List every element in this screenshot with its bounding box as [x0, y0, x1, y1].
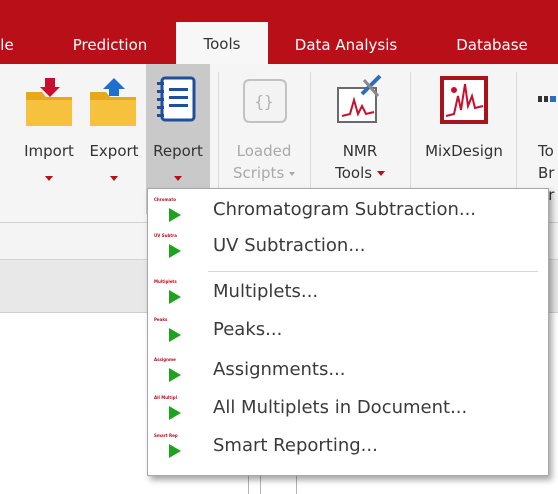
play-icon	[169, 406, 181, 420]
report-label: Report	[153, 142, 203, 160]
report-dropdown-icon[interactable]	[174, 176, 182, 181]
report-dropdown-menu: Chromato Chromatogram Subtraction... UV …	[147, 188, 549, 476]
tab-partial[interactable]: le	[0, 26, 14, 64]
report-icon	[157, 76, 196, 122]
menu-item-multiplets[interactable]: Multiplets Multiplets...	[148, 277, 548, 313]
menu-item-label: Peaks...	[213, 319, 283, 340]
play-icon	[169, 328, 181, 342]
tab-data-analysis[interactable]: Data Analysis	[276, 26, 416, 64]
nmr-tools-label: NMR Tools	[318, 140, 402, 184]
menu-item-all-multiplets-in-document[interactable]: All Multipl All Multiplets in Document..…	[148, 393, 548, 429]
svg-text:{}: {}	[254, 92, 273, 111]
browser-icon	[538, 96, 556, 102]
export-dropdown-icon[interactable]	[110, 176, 118, 181]
tab-prediction[interactable]: Prediction	[52, 26, 168, 64]
menu-item-label: Smart Reporting...	[213, 435, 378, 456]
menu-item-thumbnail: Multiplets	[154, 279, 177, 284]
nmr-tools-dropdown-icon[interactable]	[376, 171, 385, 176]
play-icon	[169, 444, 181, 458]
play-icon	[169, 244, 181, 258]
menu-item-label: Multiplets...	[213, 281, 319, 302]
export-label: Export	[89, 142, 139, 160]
menu-item-thumbnail: UV Subtra	[154, 233, 177, 238]
menu-item-chromatogram-subtraction[interactable]: Chromato Chromatogram Subtraction...	[148, 195, 548, 231]
menu-item-thumbnail: Chromato	[154, 197, 177, 202]
script-scroll-icon: {}	[243, 79, 287, 123]
menu-item-uv-subtraction[interactable]: UV Subtra UV Subtraction...	[148, 231, 548, 267]
menu-item-label: All Multiplets in Document...	[213, 397, 468, 418]
tab-tools[interactable]: Tools	[176, 22, 268, 64]
menu-item-label: UV Subtraction...	[213, 235, 366, 256]
play-icon	[169, 290, 181, 304]
loaded-scripts-label: Loaded Scripts	[226, 140, 302, 184]
menu-item-thumbnail: All Multipl	[154, 395, 177, 400]
mixdesign-label: MixDesign	[425, 142, 503, 160]
play-icon	[169, 208, 181, 222]
menu-item-label: Chromatogram Subtraction...	[213, 199, 477, 220]
menu-item-thumbnail: Peaks	[154, 317, 168, 322]
menu-item-assignments[interactable]: Assignme Assignments...	[148, 355, 548, 391]
play-icon	[169, 368, 181, 382]
import-button[interactable]: Import	[16, 64, 82, 214]
ribbon-tab-bar: le Prediction Tools Data Analysis Databa…	[0, 0, 558, 64]
menu-item-smart-reporting[interactable]: Smart Rep Smart Reporting...	[148, 431, 548, 467]
loaded-scripts-dropdown-icon[interactable]	[289, 171, 296, 176]
mixdesign-icon	[440, 76, 488, 124]
import-dropdown-icon[interactable]	[45, 176, 53, 181]
nmr-tools-icon	[337, 74, 382, 123]
folder-export-icon	[90, 78, 136, 126]
menu-item-thumbnail: Assignme	[154, 357, 176, 362]
menu-separator	[208, 271, 538, 272]
tab-database[interactable]: Database	[432, 26, 552, 64]
menu-item-thumbnail: Smart Rep	[154, 433, 178, 438]
menu-item-peaks[interactable]: Peaks Peaks...	[148, 315, 548, 351]
import-label: Import	[24, 142, 74, 160]
export-button[interactable]: Export	[82, 64, 146, 214]
folder-import-icon	[26, 78, 72, 126]
menu-item-label: Assignments...	[213, 359, 346, 380]
